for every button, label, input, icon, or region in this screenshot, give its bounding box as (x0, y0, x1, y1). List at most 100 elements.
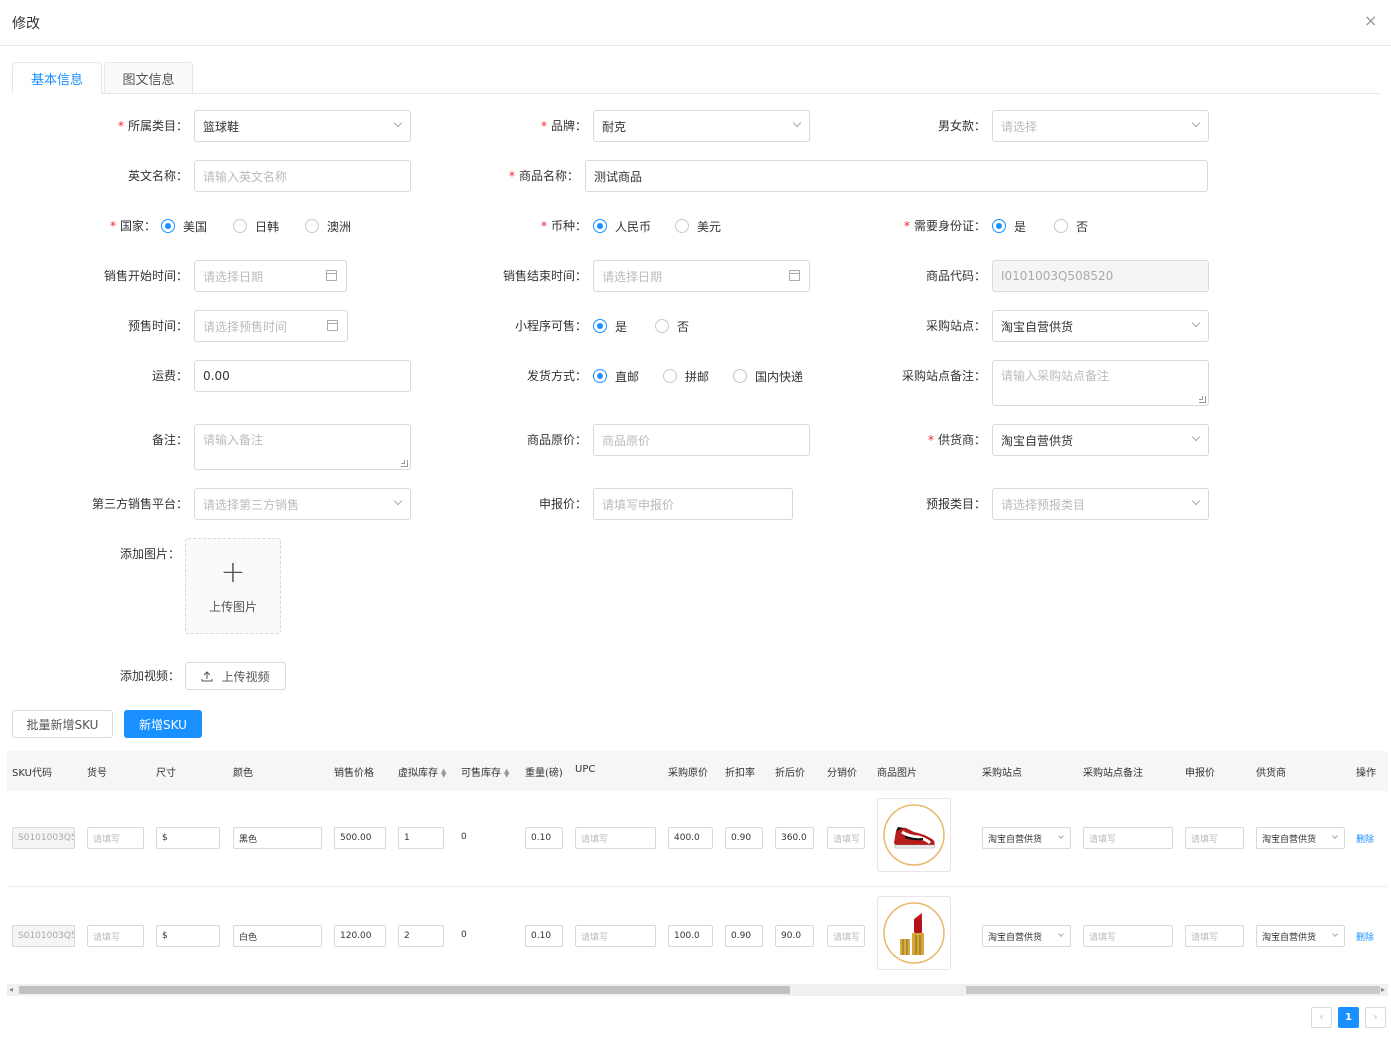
site-note-input[interactable]: 请填写 (1083, 827, 1173, 849)
supplier-select[interactable]: 淘宝自营供货 (1256, 827, 1345, 849)
tab-basic-info[interactable]: 基本信息 (12, 62, 102, 94)
chevron-down-icon (1058, 931, 1064, 937)
country-label: * 国家： (109, 219, 156, 233)
currency-radio-rmb[interactable]: 人民币 (593, 218, 651, 235)
sort-icon[interactable]: ▲ ▼ (441, 768, 446, 779)
id-required-label: * 需要身份证： (903, 219, 986, 233)
after-discount-input[interactable]: 360.0 (775, 827, 814, 849)
item-no-input[interactable]: 请填写 (87, 925, 144, 947)
supplier-select[interactable]: 淘宝自营供货 (1256, 925, 1345, 947)
shipping-fee-input[interactable]: 0.00 (194, 360, 411, 392)
chevron-down-icon (1191, 318, 1201, 328)
color-input[interactable]: 黑色 (233, 827, 322, 849)
col-virtual-stock[interactable]: 虚拟库存 ▲ ▼ (398, 764, 446, 780)
currency-radio-usd[interactable]: 美元 (675, 218, 721, 235)
virtual-stock-input[interactable]: 2 (398, 925, 444, 947)
declared-price-input[interactable]: 请填写申报价 (593, 488, 793, 520)
tab-image-text[interactable]: 图文信息 (104, 62, 193, 94)
purchase-price-input[interactable]: 400.0 (668, 827, 713, 849)
dist-price-input[interactable]: 请填写 (827, 925, 865, 947)
delivery-radio-direct[interactable]: 直邮 (593, 368, 639, 385)
weight-input[interactable]: 0.10 (525, 827, 563, 849)
brand-select[interactable]: 耐克 (593, 110, 810, 142)
delivery-radio-domestic[interactable]: 国内快递 (733, 368, 803, 385)
scrollbar-thumb-secondary[interactable] (966, 986, 1380, 994)
scroll-left-icon[interactable]: ◂ (9, 985, 13, 994)
sku-code-input: S0101003Q5 (12, 925, 75, 947)
col-site-note: 采购站点备注 (1083, 768, 1143, 779)
pagination-next[interactable]: › (1365, 1007, 1386, 1028)
site-note-textarea[interactable]: 请输入采购站点备注 (992, 360, 1209, 406)
item-no-input[interactable]: 请填写 (87, 827, 144, 849)
gender-select[interactable]: 请选择 (992, 110, 1209, 142)
scroll-right-icon[interactable]: ▸ (1381, 985, 1385, 994)
presale-date-picker[interactable]: 请选择预售时间 (194, 310, 348, 342)
delete-link[interactable]: 删除 (1356, 930, 1374, 943)
site-note-input[interactable]: 请填写 (1083, 925, 1173, 947)
third-party-select[interactable]: 请选择第三方销售 (194, 488, 411, 520)
upload-video-button[interactable]: 上传视频 (185, 662, 286, 690)
dist-price-input[interactable]: 请填写 (827, 827, 865, 849)
category-select[interactable]: 篮球鞋 (194, 110, 411, 142)
orig-price-input[interactable]: 商品原价 (593, 424, 810, 456)
image-upload-card[interactable]: + 上传图片 (185, 538, 281, 634)
country-radio-jpkr[interactable]: 日韩 (233, 218, 279, 235)
close-icon[interactable]: × (1364, 11, 1377, 31)
delete-link[interactable]: 删除 (1356, 832, 1374, 845)
product-name-input[interactable]: 测试商品 (585, 160, 1208, 192)
calendar-icon (326, 270, 337, 281)
product-thumbnail[interactable] (877, 798, 951, 872)
declared-price-input[interactable]: 请填写 (1185, 925, 1244, 947)
declared-price-input[interactable]: 请填写 (1185, 827, 1244, 849)
size-input[interactable]: $ (156, 925, 220, 947)
add-video-label: 添加视频： (119, 669, 180, 683)
pagination-prev[interactable]: ‹ (1311, 1007, 1332, 1028)
scrollbar-thumb[interactable] (19, 986, 790, 994)
size-input[interactable]: $ (156, 827, 220, 849)
purchase-site-select[interactable]: 淘宝自营供货 (982, 925, 1071, 947)
calendar-icon (327, 320, 338, 331)
sale-end-date-picker[interactable]: 请选择日期 (593, 260, 810, 292)
add-sku-button[interactable]: 新增SKU (124, 710, 202, 738)
purchase-price-input[interactable]: 100.0 (668, 925, 713, 947)
col-upc: UPC (575, 764, 596, 775)
virtual-stock-input[interactable]: 1 (398, 827, 444, 849)
product-name-label: * 商品名称： (508, 169, 579, 183)
country-radio-us[interactable]: 美国 (161, 218, 207, 235)
chevron-down-icon (1058, 833, 1064, 839)
english-name-input[interactable]: 请输入英文名称 (194, 160, 411, 192)
purchase-site-label: 采购站点： (925, 319, 986, 333)
sale-price-input[interactable]: 120.00 (334, 925, 386, 947)
after-discount-input[interactable]: 90.0 (775, 925, 814, 947)
upc-input[interactable]: 请填写 (575, 827, 656, 849)
chevron-down-icon (1332, 931, 1338, 937)
gender-label: 男女款： (937, 119, 986, 133)
sale-start-date-picker[interactable]: 请选择日期 (194, 260, 347, 292)
purchase-site-select[interactable]: 淘宝自营供货 (992, 310, 1209, 342)
upc-input[interactable]: 请填写 (575, 925, 656, 947)
product-thumbnail[interactable] (877, 896, 951, 970)
resize-handle-icon[interactable] (1199, 396, 1206, 403)
sort-icon[interactable]: ▲ ▼ (504, 768, 509, 779)
upload-image-label: 上传图片 (208, 599, 257, 614)
delivery-radio-consolidated[interactable]: 拼邮 (663, 368, 709, 385)
discount-input[interactable]: 0.90 (725, 827, 763, 849)
sale-price-input[interactable]: 500.00 (334, 827, 386, 849)
country-radio-au[interactable]: 澳洲 (305, 218, 351, 235)
id-required-radio-no[interactable]: 否 (1054, 218, 1088, 235)
color-input[interactable]: 白色 (233, 925, 322, 947)
miniprogram-radio-yes[interactable]: 是 (593, 318, 627, 335)
resize-handle-icon[interactable] (401, 460, 408, 467)
site-note-label: 采购站点备注： (901, 369, 986, 383)
miniprogram-radio-no[interactable]: 否 (655, 318, 689, 335)
batch-add-sku-button[interactable]: 批量新增SKU (12, 710, 113, 738)
supplier-select[interactable]: 淘宝自营供货 (992, 424, 1209, 456)
col-sellable-stock[interactable]: 可售库存 ▲ ▼ (461, 764, 509, 780)
purchase-site-select[interactable]: 淘宝自营供货 (982, 827, 1071, 849)
discount-input[interactable]: 0.90 (725, 925, 763, 947)
weight-input[interactable]: 0.10 (525, 925, 563, 947)
remark-textarea[interactable]: 请输入备注 (194, 424, 411, 470)
pagination-page-1[interactable]: 1 (1338, 1007, 1359, 1028)
declared-category-select[interactable]: 请选择预报类目 (992, 488, 1209, 520)
id-required-radio-yes[interactable]: 是 (992, 218, 1026, 235)
